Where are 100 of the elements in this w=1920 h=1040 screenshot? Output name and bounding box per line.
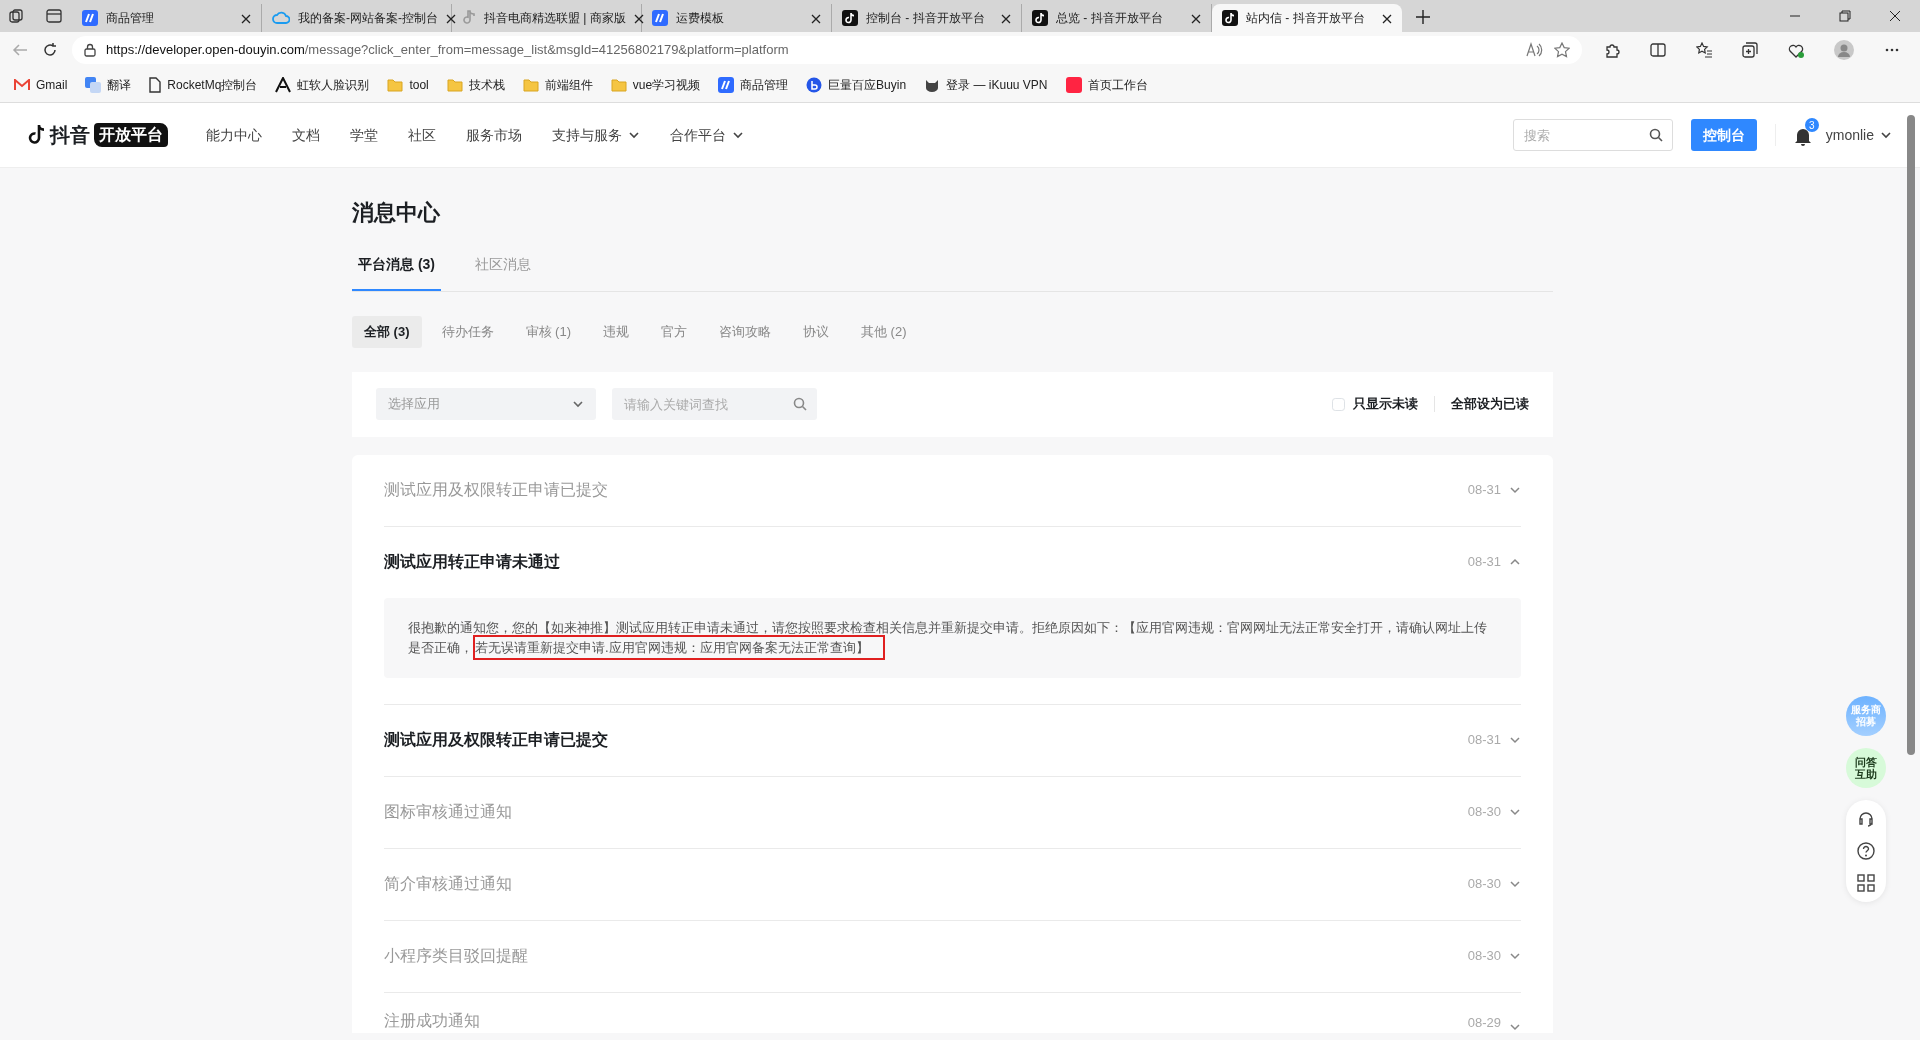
message-body: 很抱歉的通知您，您的【如来神推】测试应用转正申请未通过，请您按照要求检查相关信息并重新提交申请。拒绝原因如下：【应用官网违规：官网网址无法正常安全打开，请确认网址上传是否正确，若无误请重新提交申请.应用官网违规：应用官网备案无法正常查询】 (384, 597, 1521, 678)
music-note-icon (1222, 10, 1238, 26)
logo-text: 抖音 (50, 123, 90, 148)
checkbox[interactable] (1332, 397, 1345, 411)
tab-title: 我的备案-网站备案-控制台 (298, 10, 438, 27)
bookmark-link[interactable]: 商品管理 (718, 76, 789, 94)
star-icon[interactable] (1554, 42, 1570, 58)
nav-link[interactable]: 支持与服务 (552, 124, 640, 146)
filter-chip[interactable]: 审核 (1) (513, 316, 583, 348)
bookmark-link[interactable]: 登录 — iKuuu VPN (924, 76, 1048, 94)
qr-code-icon[interactable] (1857, 874, 1875, 892)
headset-icon[interactable] (1857, 810, 1875, 828)
close-icon[interactable] (1888, 9, 1902, 23)
help-icon[interactable] (1857, 842, 1875, 860)
close-icon (446, 14, 456, 25)
nav-link[interactable]: 服务市场 (466, 124, 522, 146)
mark-all-read-link[interactable]: 全部设为已读 (1451, 394, 1529, 414)
collections-icon[interactable] (1742, 42, 1758, 58)
message-title[interactable]: 测试应用及权限转正申请已提交 (384, 728, 608, 752)
url-text: https://developer.open-douyin.com/message?click_enter_from=message_list&msgId=41256802179&platform=platform (106, 41, 789, 60)
browser-tab[interactable]: 站内信 - 抖音开放平台 (1212, 4, 1402, 32)
chevron-down-icon[interactable] (1509, 950, 1521, 962)
bookmark-link[interactable]: 虹软人脸识别 (275, 76, 370, 94)
chevron-down-icon[interactable] (1509, 734, 1521, 746)
message-date: 08-30 (1467, 803, 1501, 822)
tab-title: 商品管理 (106, 10, 154, 27)
chevron-down-icon[interactable] (1509, 484, 1521, 496)
message-date: 08-30 (1467, 875, 1501, 894)
tab-title: 站内信 - 抖音开放平台 (1246, 10, 1365, 27)
puzzle-icon[interactable] (1604, 42, 1620, 58)
folder-icon (387, 78, 404, 92)
message-date: 08-30 (1467, 947, 1501, 966)
chevron-down-icon (1880, 129, 1892, 141)
folder-icon (522, 78, 539, 92)
close-icon (1191, 14, 1201, 25)
nav-link[interactable]: 能力中心 (206, 124, 262, 146)
refresh-icon[interactable] (42, 42, 58, 58)
workspaces-icon[interactable] (8, 8, 24, 24)
tab-actions-icon[interactable] (46, 8, 62, 24)
scrollbar[interactable] (1907, 115, 1915, 755)
nav-link[interactable]: 文档 (292, 124, 320, 146)
chevron-down-icon[interactable] (1509, 878, 1521, 890)
close-icon (1001, 14, 1011, 25)
heart-pulse-icon[interactable] (1788, 42, 1804, 58)
user-menu[interactable]: ymonlie (1825, 124, 1892, 146)
new-tab-icon[interactable] (1416, 10, 1430, 24)
music-note-icon (1032, 10, 1048, 26)
tab-title: 抖音电商精选联盟 | 商家版 (484, 10, 626, 27)
folder-icon (610, 78, 627, 92)
address-bar[interactable]: https://developer.open-douyin.com/message?click_enter_from=message_list&msgId=41256802179&platform=platform (72, 36, 1582, 64)
split-screen-icon[interactable] (1650, 42, 1666, 58)
letter-a-icon (275, 77, 292, 93)
message-title[interactable]: 测试应用转正申请未通过 (384, 550, 560, 574)
app-logo-icon (718, 77, 735, 93)
filter-chip[interactable]: 其他 (2) (849, 316, 919, 348)
filter-chip[interactable]: 官方 (649, 316, 699, 348)
bookmark-link[interactable]: 技术栈 (446, 76, 505, 94)
keyword-field[interactable]: 请输入关键词查找 (612, 388, 817, 420)
close-icon (633, 14, 644, 25)
chevron-down-icon (572, 398, 584, 410)
bookmark-link[interactable]: vue学习视频 (610, 76, 701, 94)
mail-icon (14, 79, 30, 91)
close-icon (1382, 14, 1392, 25)
read-aloud-icon[interactable] (1526, 42, 1544, 58)
chevron-down-icon[interactable] (1509, 806, 1521, 818)
message-tab[interactable]: 平台消息 (3) (352, 253, 441, 291)
bookmark-link[interactable]: 翻译 (85, 76, 132, 94)
restore-icon[interactable] (1838, 9, 1852, 23)
app-logo-icon (82, 10, 98, 26)
search-icon (793, 397, 807, 411)
note-icon (462, 10, 476, 26)
filter-chip[interactable]: 全部 (3) (352, 316, 422, 348)
bookmark-link[interactable]: 前端组件 (522, 76, 593, 94)
floating-button[interactable]: 问答 互助 (1846, 748, 1886, 788)
search-field[interactable]: 搜索 (1512, 119, 1673, 151)
bookmark-link[interactable]: 巨量百应Buyin (806, 76, 907, 94)
filter-chip[interactable]: 违规 (591, 316, 641, 348)
message-date: 08-31 (1467, 553, 1501, 572)
close-icon (241, 14, 251, 25)
app-logo-icon (1065, 77, 1082, 93)
bookmark-link[interactable]: tool (387, 76, 429, 94)
message-date: 08-29 (1467, 1014, 1501, 1032)
nav-link[interactable]: 学堂 (350, 124, 378, 146)
bookmark-link[interactable]: RocketMq控制台 (149, 76, 258, 94)
favorites-icon[interactable] (1696, 42, 1712, 58)
profile-icon[interactable] (1834, 40, 1854, 60)
lock-icon (84, 43, 96, 57)
page-title: 消息中心 (352, 199, 441, 227)
bookmark-link[interactable]: Gmail (14, 76, 68, 94)
filter-chip[interactable]: 协议 (791, 316, 841, 348)
search-icon (1648, 128, 1663, 142)
filter-chip[interactable]: 咨询攻略 (707, 316, 783, 348)
logo-tag: 开放平台 (94, 123, 168, 147)
nav-link[interactable]: 合作平台 (670, 124, 744, 146)
bookmark-link[interactable]: 首页工作台 (1065, 76, 1148, 94)
nav-link[interactable]: 社区 (408, 124, 436, 146)
tab-title: 运费模板 (676, 10, 724, 27)
cat-icon (924, 77, 941, 93)
music-note-icon (28, 124, 46, 146)
message-date: 08-31 (1467, 481, 1501, 500)
